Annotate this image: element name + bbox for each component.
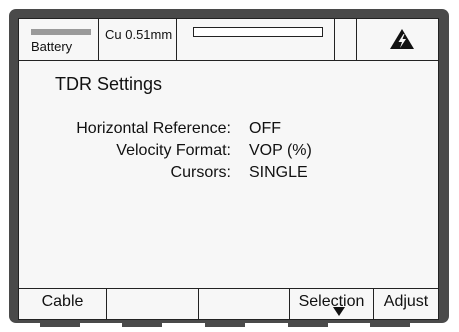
warning-indicator xyxy=(357,19,438,60)
progress-bar xyxy=(193,27,323,37)
setting-row-horizontal-reference[interactable]: Horizontal Reference: OFF xyxy=(19,120,438,140)
cable-type-label: Cu 0.51mm xyxy=(105,27,173,42)
hardware-key-4[interactable] xyxy=(288,321,328,327)
softkey-selection[interactable]: Selection xyxy=(290,289,374,319)
softkey-3[interactable] xyxy=(199,289,290,319)
softkey-label: Selection xyxy=(298,293,365,310)
hardware-key-5[interactable] xyxy=(370,321,410,327)
setting-row-velocity-format[interactable]: Velocity Format: VOP (%) xyxy=(19,142,438,162)
softkey-2[interactable] xyxy=(107,289,199,319)
setting-value: SINGLE xyxy=(249,164,308,181)
softkey-cable[interactable]: Cable xyxy=(19,289,107,319)
battery-indicator: Battery xyxy=(19,19,99,60)
hardware-key-1[interactable] xyxy=(40,321,80,327)
setting-row-cursors[interactable]: Cursors: SINGLE xyxy=(19,164,438,184)
setting-value: VOP (%) xyxy=(249,142,312,159)
progress-indicator xyxy=(177,19,335,60)
battery-label: Battery xyxy=(31,39,73,54)
softkey-label: Cable xyxy=(41,293,84,310)
lcd-screen: Battery Cu 0.51mm TDR Settings Horizonta… xyxy=(18,18,439,320)
down-arrow-icon xyxy=(333,307,345,316)
softkey-bar: Cable Selection Adjust xyxy=(19,288,438,319)
setting-label: Velocity Format: xyxy=(116,142,231,159)
status-bar: Battery Cu 0.51mm xyxy=(19,19,438,61)
hardware-key-3[interactable] xyxy=(205,321,245,327)
cable-type-indicator: Cu 0.51mm xyxy=(99,19,177,60)
setting-label: Horizontal Reference: xyxy=(76,120,231,137)
hardware-key-2[interactable] xyxy=(122,321,162,327)
softkey-label: Adjust xyxy=(383,293,429,310)
status-spacer xyxy=(335,19,357,60)
page-title: TDR Settings xyxy=(55,74,163,94)
setting-value: OFF xyxy=(249,120,281,137)
setting-label: Cursors: xyxy=(170,164,231,181)
softkey-adjust[interactable]: Adjust xyxy=(374,289,438,319)
high-voltage-warning-icon xyxy=(390,29,414,49)
battery-level-bar xyxy=(31,29,91,35)
